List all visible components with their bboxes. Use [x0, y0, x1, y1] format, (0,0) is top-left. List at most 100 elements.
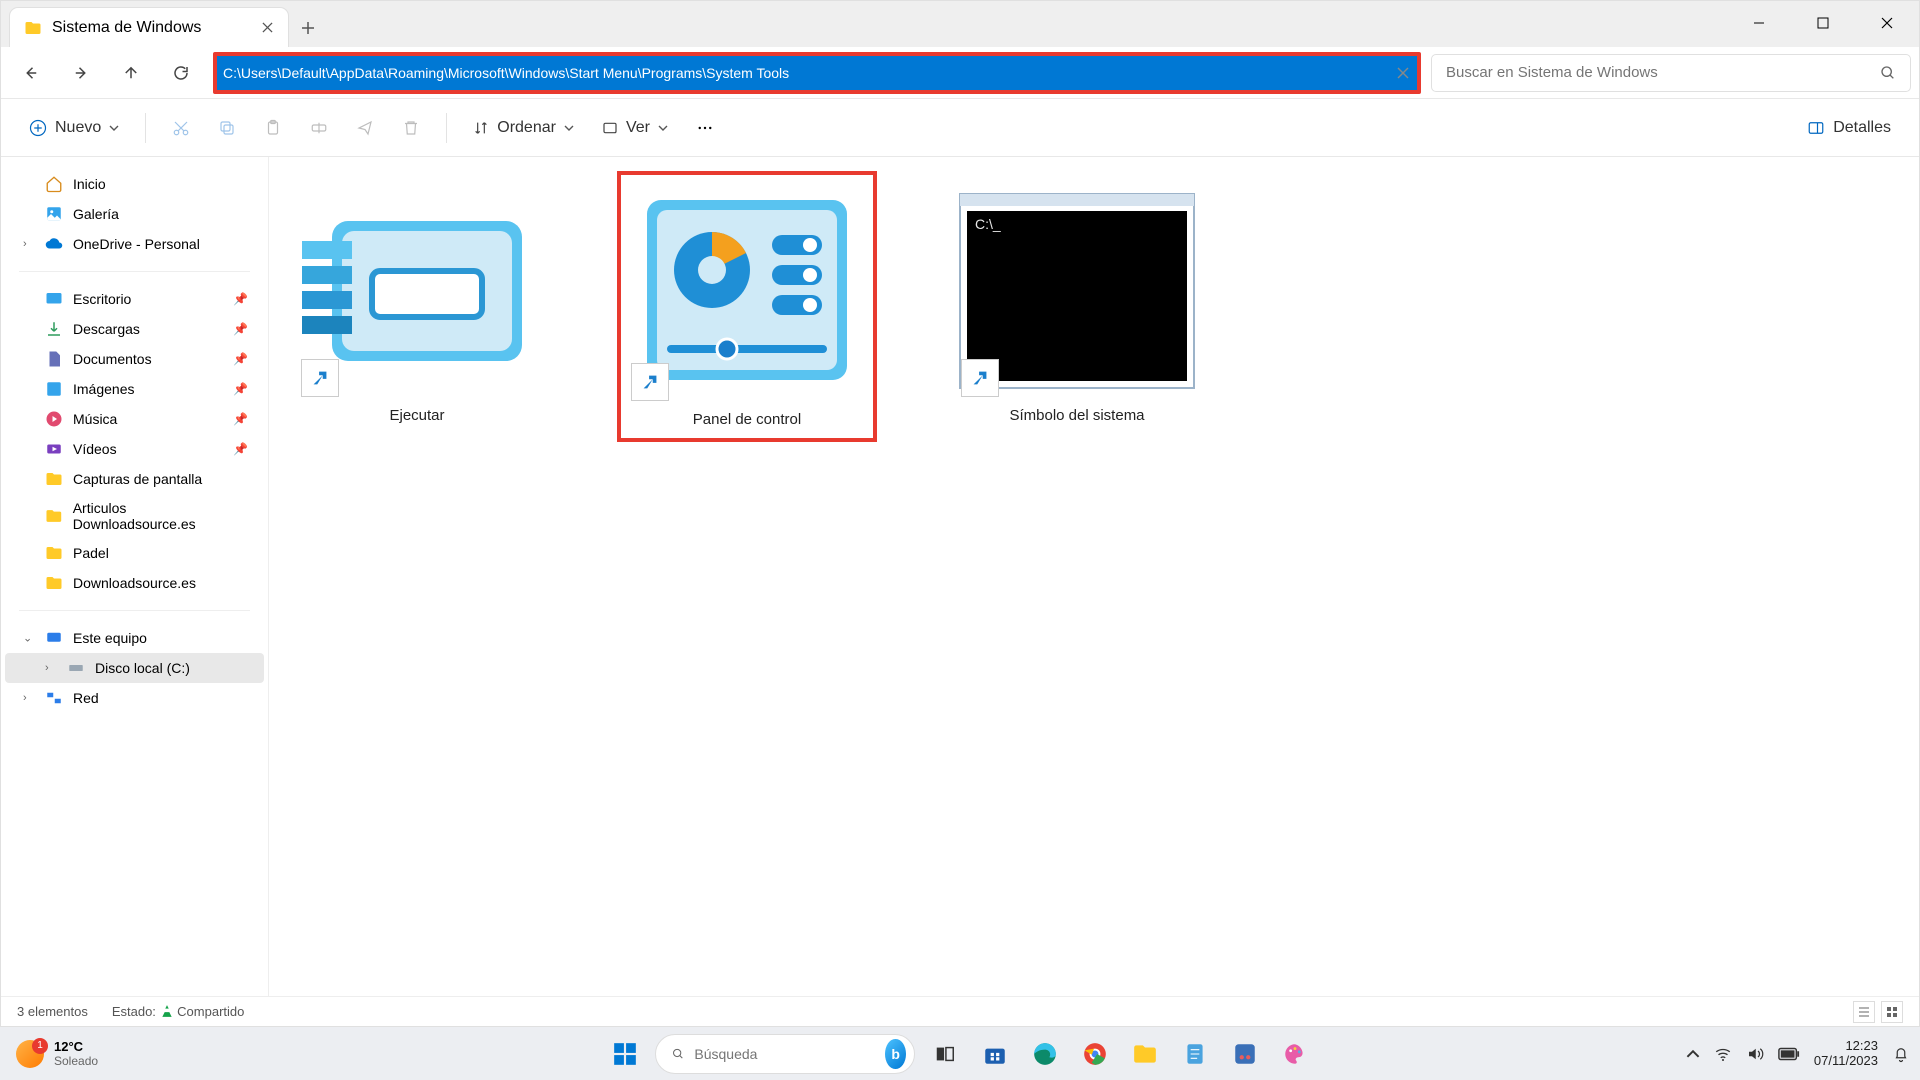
taskview-icon	[934, 1043, 956, 1065]
sidebar-item-music[interactable]: Música📌	[5, 404, 264, 434]
battery-icon[interactable]	[1778, 1047, 1800, 1061]
sidebar-item-this-pc[interactable]: ⌄Este equipo	[5, 623, 264, 653]
chrome-icon	[1082, 1041, 1108, 1067]
chevron-right-icon[interactable]: ›	[23, 238, 27, 250]
toolbar: Nuevo Ordenar Ver Detalles	[1, 99, 1919, 157]
item-panel-de-control-highlight[interactable]: Panel de control	[617, 171, 877, 442]
sidebar-item-pictures[interactable]: Imágenes📌	[5, 374, 264, 404]
new-tab-button[interactable]	[289, 9, 327, 47]
bing-icon[interactable]: b	[885, 1039, 906, 1069]
wifi-icon[interactable]	[1714, 1045, 1732, 1063]
sidebar-item-videos[interactable]: Vídeos📌	[5, 434, 264, 464]
sidebar-label: Música	[73, 411, 117, 427]
arrow-up-icon	[122, 64, 140, 82]
sidebar-item-padel[interactable]: Padel	[5, 538, 264, 568]
sidebar-item-desktop[interactable]: Escritorio📌	[5, 284, 264, 314]
taskbar-app-edge[interactable]	[1025, 1034, 1065, 1074]
separator	[446, 113, 447, 143]
delete-button[interactable]	[392, 113, 430, 143]
download-icon	[45, 320, 63, 338]
sidebar-item-downloads[interactable]: Descargas📌	[5, 314, 264, 344]
navigation-sidebar: Inicio Galería ›OneDrive - Personal Escr…	[1, 157, 269, 996]
search-icon	[672, 1045, 684, 1063]
item-command-prompt[interactable]: C:\_ Símbolo del sistema	[947, 171, 1207, 434]
refresh-icon	[172, 64, 190, 82]
close-icon	[1397, 67, 1409, 79]
document-icon	[45, 350, 63, 368]
tab-close-button[interactable]	[258, 18, 276, 36]
pin-icon: 📌	[233, 442, 248, 456]
icons-view-button[interactable]	[1881, 1001, 1903, 1023]
sidebar-item-screenshots[interactable]: Capturas de pantalla	[5, 464, 264, 494]
details-pane-button[interactable]: Detalles	[1797, 113, 1901, 143]
tab-bar: Sistema de Windows	[1, 1, 1919, 47]
task-view-button[interactable]	[925, 1034, 965, 1074]
close-icon	[1881, 17, 1893, 29]
search-input[interactable]	[1446, 64, 1880, 81]
paste-button[interactable]	[254, 113, 292, 143]
minimize-button[interactable]	[1727, 1, 1791, 45]
sidebar-item-gallery[interactable]: Galería	[5, 199, 264, 229]
sidebar-label: Red	[73, 690, 99, 706]
view-button[interactable]: Ver	[592, 113, 678, 143]
clear-address-button[interactable]	[1397, 67, 1409, 79]
sidebar-item-documents[interactable]: Documentos📌	[5, 344, 264, 374]
rename-button[interactable]	[300, 113, 338, 143]
item-ejecutar[interactable]: Ejecutar	[287, 171, 547, 434]
sidebar-item-articles[interactable]: Articulos Downloadsource.es	[5, 494, 264, 538]
forward-button[interactable]	[59, 55, 103, 91]
chevron-right-icon[interactable]: ›	[45, 662, 49, 674]
sidebar-label: Padel	[73, 545, 109, 561]
list-icon	[1858, 1006, 1870, 1018]
chevron-right-icon[interactable]: ›	[23, 692, 27, 704]
more-button[interactable]	[686, 113, 724, 143]
clock[interactable]: 12:23 07/11/2023	[1814, 1039, 1878, 1068]
notifications-button[interactable]	[1892, 1045, 1910, 1063]
share-button[interactable]	[346, 113, 384, 143]
svg-text:C:\_: C:\_	[975, 216, 1001, 232]
taskbar-app-chrome[interactable]	[1075, 1034, 1115, 1074]
maximize-button[interactable]	[1791, 1, 1855, 45]
taskbar-app-notepad[interactable]	[1175, 1034, 1215, 1074]
sort-icon	[473, 120, 489, 136]
close-window-button[interactable]	[1855, 1, 1919, 45]
view-label: Ver	[626, 119, 650, 137]
sidebar-item-home[interactable]: Inicio	[5, 169, 264, 199]
sort-label: Ordenar	[497, 119, 556, 137]
weather-widget[interactable]: 12°C Soleado	[0, 1039, 114, 1068]
copy-button[interactable]	[208, 113, 246, 143]
refresh-button[interactable]	[159, 55, 203, 91]
address-bar-input[interactable]	[217, 56, 1417, 90]
chevron-down-icon[interactable]: ⌄	[23, 632, 32, 645]
pc-icon	[45, 629, 63, 647]
details-view-button[interactable]	[1853, 1001, 1875, 1023]
taskbar-app-store[interactable]	[975, 1034, 1015, 1074]
sidebar-item-drive-c[interactable]: ›Disco local (C:)	[5, 653, 264, 683]
taskbar-app-paint[interactable]	[1275, 1034, 1315, 1074]
sidebar-label: Galería	[73, 206, 119, 222]
address-bar-highlight	[213, 52, 1421, 94]
tab-system-tools[interactable]: Sistema de Windows	[9, 7, 289, 47]
minimize-icon	[1753, 17, 1765, 29]
back-button[interactable]	[9, 55, 53, 91]
arrow-right-icon	[72, 64, 90, 82]
sidebar-item-downloadsource[interactable]: Downloadsource.es	[5, 568, 264, 598]
taskbar: 12°C Soleado b 12:23 07/11/2023	[0, 1027, 1920, 1080]
sort-button[interactable]: Ordenar	[463, 113, 584, 143]
taskbar-search[interactable]: b	[655, 1034, 915, 1074]
tray-overflow-button[interactable]	[1686, 1047, 1700, 1061]
start-button[interactable]	[605, 1034, 645, 1074]
up-button[interactable]	[109, 55, 153, 91]
sidebar-item-network[interactable]: › Red	[5, 683, 264, 713]
search-box[interactable]	[1431, 54, 1911, 92]
new-button[interactable]: Nuevo	[19, 113, 129, 143]
plus-icon	[301, 21, 315, 35]
sidebar-item-onedrive[interactable]: ›OneDrive - Personal	[5, 229, 264, 259]
folder-content[interactable]: Ejecutar	[269, 157, 1919, 996]
taskbar-app-snipping[interactable]	[1225, 1034, 1265, 1074]
cut-button[interactable]	[162, 113, 200, 143]
volume-icon[interactable]	[1746, 1045, 1764, 1063]
taskbar-app-explorer[interactable]	[1125, 1034, 1165, 1074]
search-icon	[1880, 65, 1896, 81]
taskbar-search-input[interactable]	[694, 1046, 875, 1062]
